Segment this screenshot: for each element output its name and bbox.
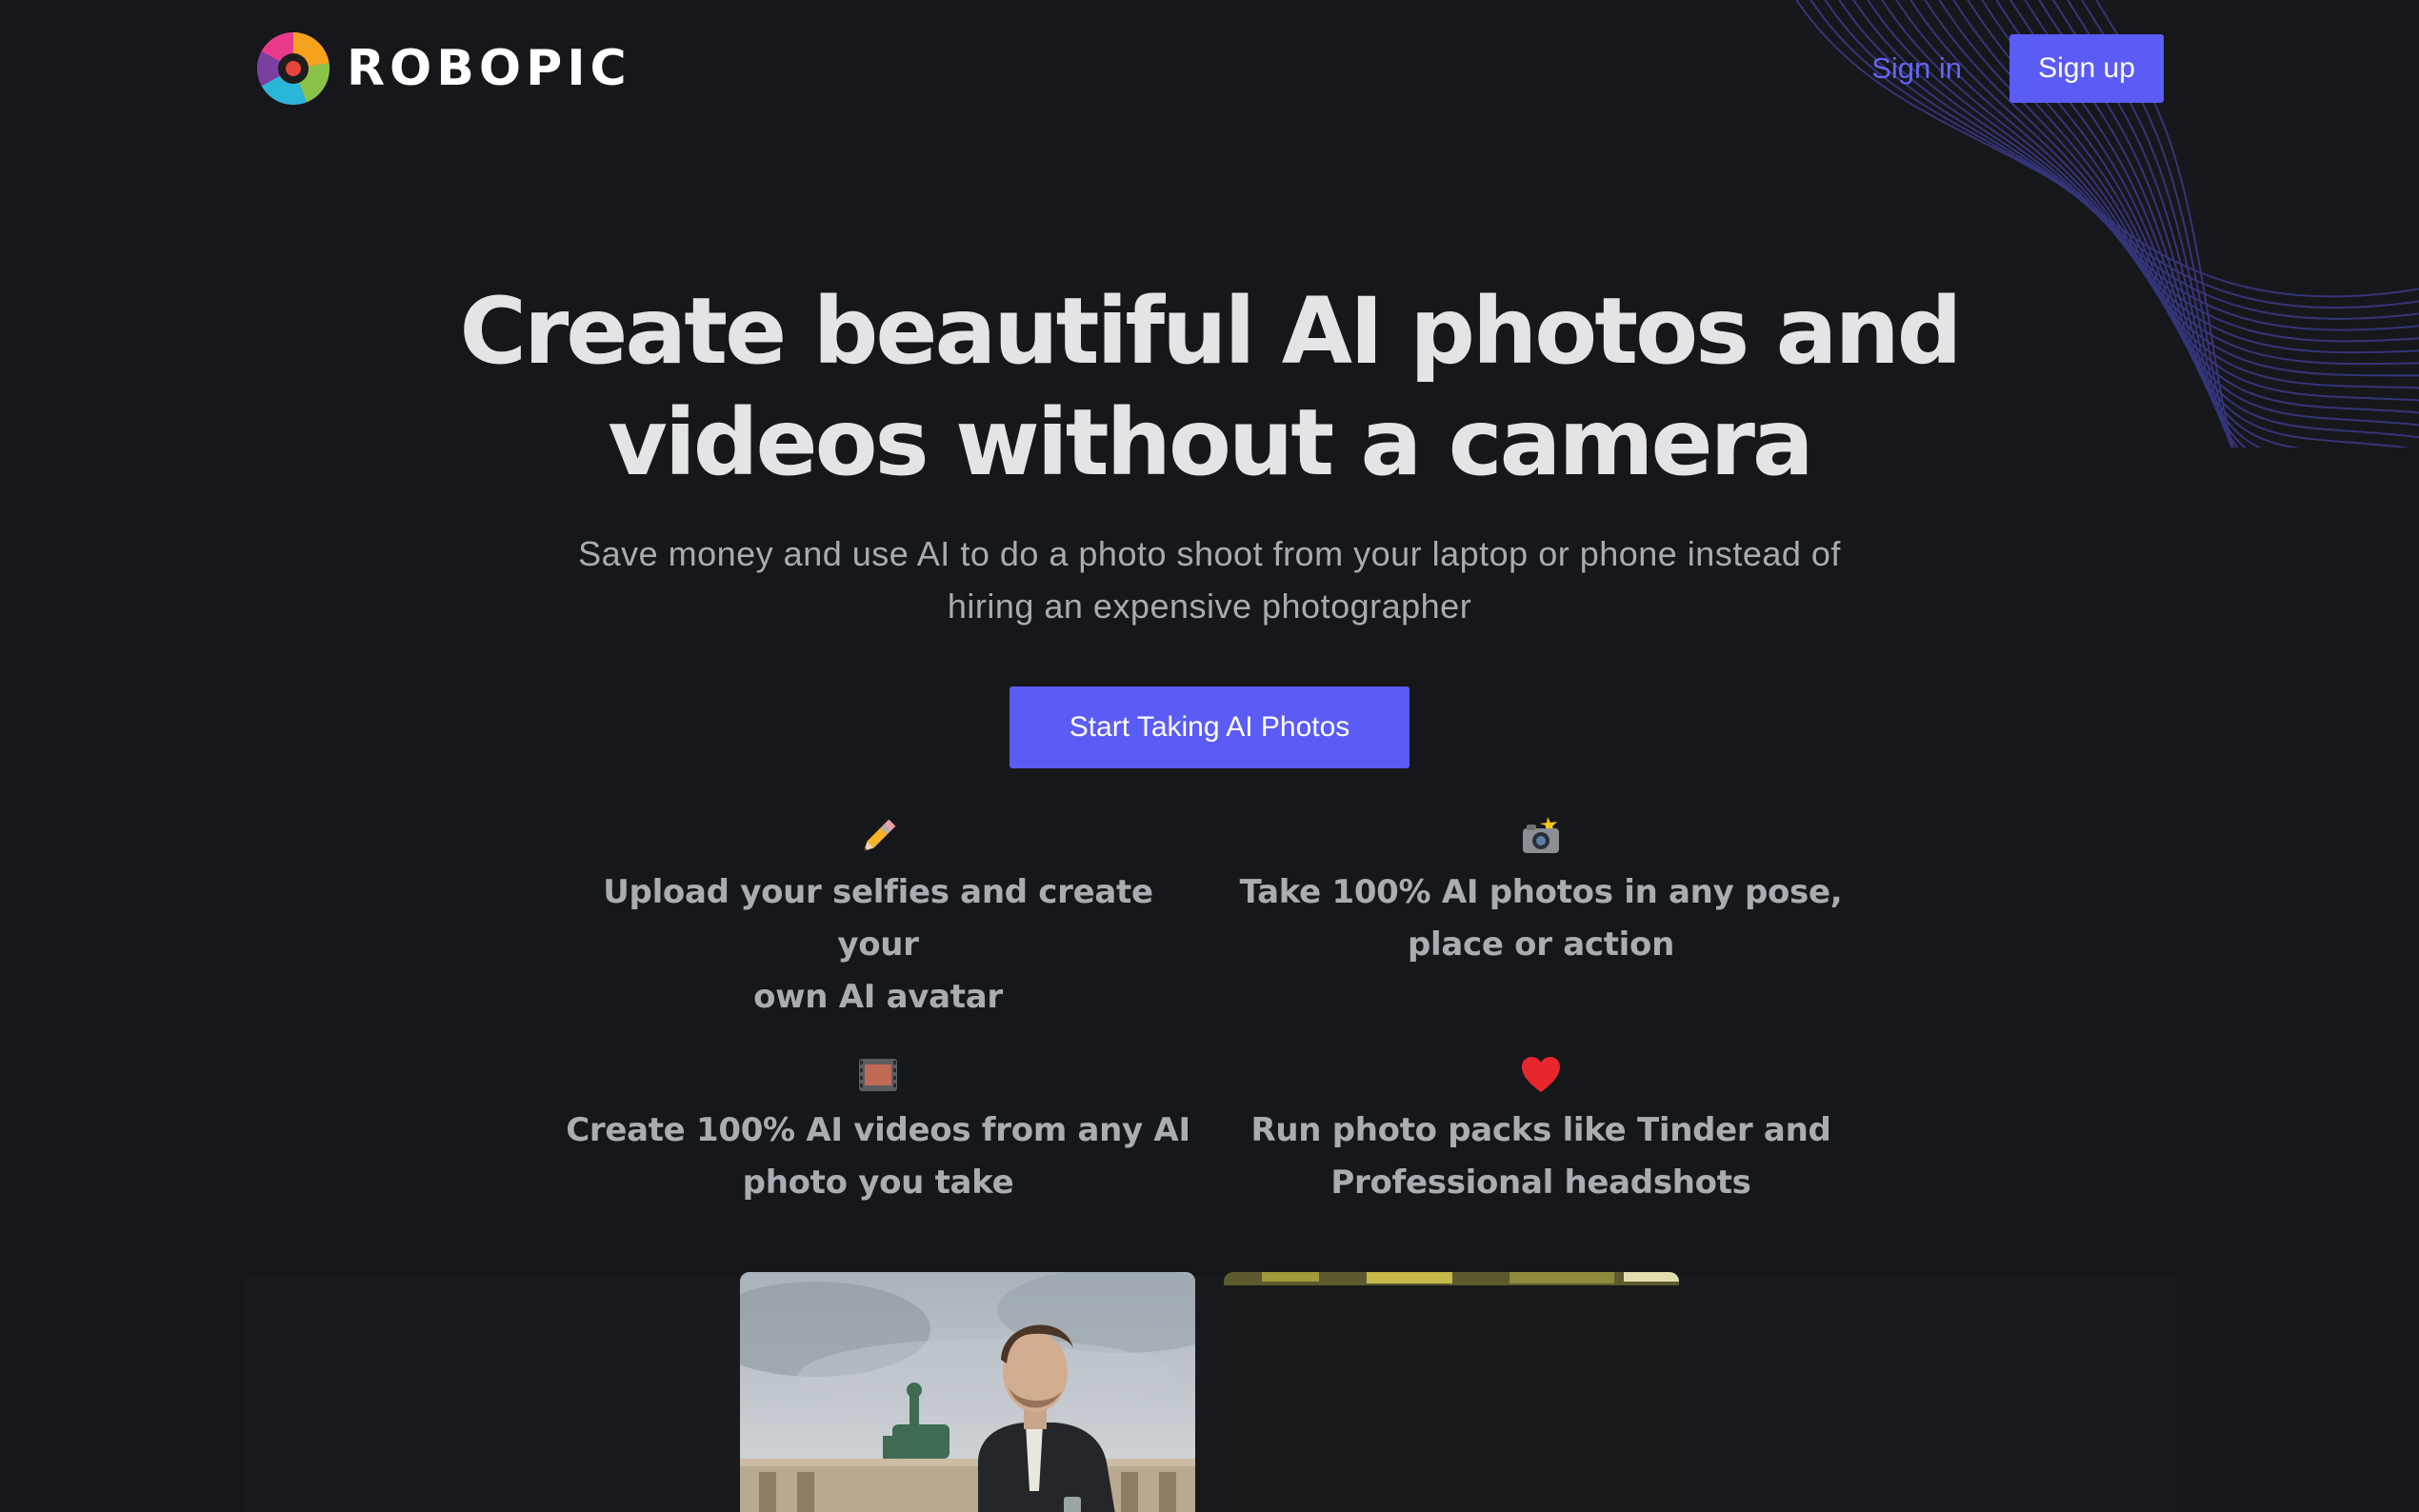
feature-1-line-1: Upload your selfies and create your [603,873,1153,964]
brand-logo[interactable]: ROBOPIC [255,30,631,107]
feature-3-line-1: Create 100% AI videos from any AI [566,1111,1190,1149]
feature-4-line-2: Professional headshots [1330,1164,1751,1202]
man-portrait-image [740,1272,1195,1512]
header-nav: Sign in Sign up [1871,34,2164,103]
feature-1-line-2: own AI avatar [753,978,1003,1016]
showcase-photo-dark [1224,1272,1679,1512]
feature-photo-packs: Run photo packs like Tinder and Professi… [1227,1053,1855,1209]
start-taking-ai-photos-button[interactable]: Start Taking AI Photos [1010,686,1409,768]
hero-title: Create beautiful AI photos and videos wi… [381,276,2038,499]
camera-flash-icon [1227,815,1855,859]
feature-2-line-2: place or action [1407,925,1675,964]
film-icon [564,1053,1192,1097]
pencil-icon [564,815,1192,859]
heart-icon [1227,1053,1855,1097]
hero-subtitle-line-2: hiring an expensive photographer [947,587,1472,626]
hero-subtitle: Save money and use AI to do a photo shoo… [514,527,1905,632]
dark-photo-image [1224,1272,1679,1512]
hero-subtitle-line-1: Save money and use AI to do a photo shoo… [578,534,1841,573]
feature-ai-photos: Take 100% AI photos in any pose, place o… [1227,815,1855,971]
sign-up-button[interactable]: Sign up [2009,34,2164,103]
site-header: ROBOPIC Sign in Sign up [0,0,2419,138]
showcase-section [244,1276,2175,1512]
showcase-photo-man [740,1272,1195,1512]
feature-2-line-1: Take 100% AI photos in any pose, [1239,873,1843,911]
hero-title-line-1: Create beautiful AI photos and [459,278,1963,385]
hero-title-line-2: videos without a camera [608,389,1813,496]
feature-4-line-1: Run photo packs like Tinder and [1250,1111,1831,1149]
brand-name: ROBOPIC [347,40,631,97]
feature-3-line-2: photo you take [742,1164,1014,1202]
camera-aperture-logo-icon [257,32,330,105]
landing-page: ROBOPIC Sign in Sign up Create beautiful… [0,0,2419,1512]
sign-in-link[interactable]: Sign in [1871,51,1962,86]
feature-ai-videos: Create 100% AI videos from any AI photo … [564,1053,1192,1209]
feature-upload-selfies: Upload your selfies and create your own … [564,815,1192,1024]
